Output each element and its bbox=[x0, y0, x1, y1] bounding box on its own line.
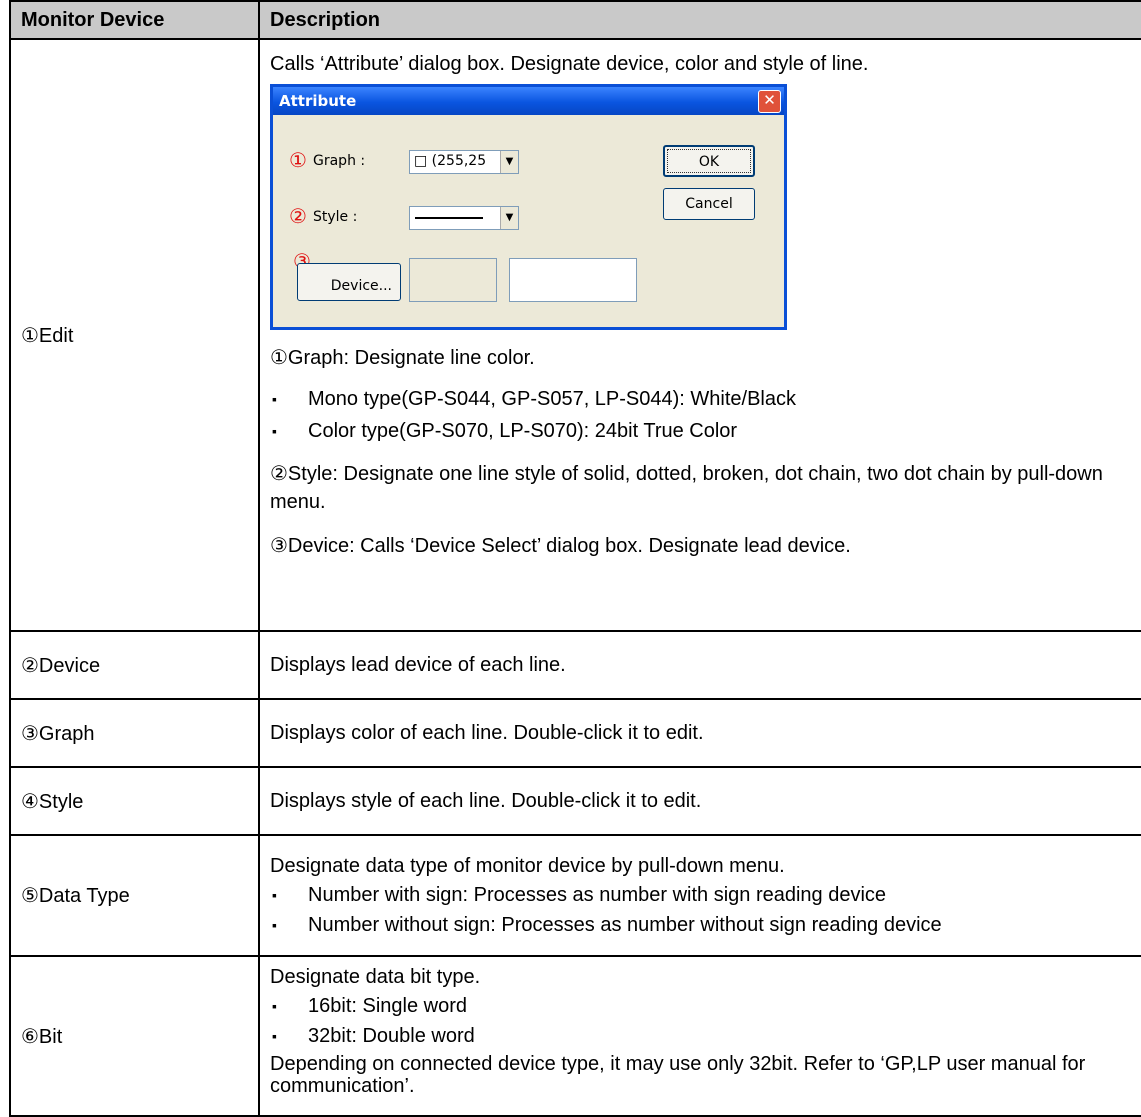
graph-label: Graph : bbox=[313, 153, 366, 169]
row-desc-datatype: Designate data type of monitor device by… bbox=[258, 834, 1141, 957]
device-description: ③Device: Calls ‘Device Select’ dialog bo… bbox=[270, 535, 851, 557]
monitor-device-table: Monitor Device Description ①Edit Calls ‘… bbox=[9, 0, 1141, 1117]
style-select[interactable]: ▼ bbox=[409, 206, 519, 230]
header-monitor-device: Monitor Device bbox=[9, 0, 260, 40]
graph-description: ①Graph: Designate line color. bbox=[270, 347, 535, 369]
table-row-edit: ①Edit Calls ‘Attribute’ dialog box. Desi… bbox=[9, 38, 1141, 632]
list-item: Color type(GP-S070, LP-S070): 24bit True… bbox=[270, 416, 1133, 446]
graph-number-marker: ① bbox=[289, 148, 307, 172]
bit-note: Depending on connected device type, it m… bbox=[270, 1053, 1086, 1097]
list-item: Number without sign: Processes as number… bbox=[270, 910, 1133, 940]
list-item: 32bit: Double word bbox=[270, 1021, 1133, 1051]
device-field[interactable] bbox=[509, 258, 637, 302]
device-field-disabled bbox=[409, 258, 497, 302]
ok-button[interactable]: OK bbox=[663, 145, 755, 177]
table-header-row: Monitor Device Description bbox=[9, 0, 1141, 40]
header-description: Description bbox=[258, 0, 1141, 40]
list-item: 16bit: Single word bbox=[270, 991, 1133, 1021]
table-row-style: ④Style Displays style of each line. Doub… bbox=[9, 766, 1141, 836]
edit-intro: Calls ‘Attribute’ dialog box. Designate … bbox=[270, 53, 869, 75]
row-name-device: ②Device bbox=[9, 630, 260, 700]
row-name-bit: ⑥Bit bbox=[9, 955, 260, 1117]
attribute-dialog: Attribute ✕ ① Graph : □ (255,25 ▼ ② Styl… bbox=[270, 84, 787, 330]
table-row-datatype: ⑤Data Type Designate data type of monito… bbox=[9, 834, 1141, 957]
style-number-marker: ② bbox=[289, 204, 307, 228]
row-name-edit: ①Edit bbox=[9, 38, 260, 632]
graph-select[interactable]: □ (255,25 ▼ bbox=[409, 150, 519, 174]
style-label: Style : bbox=[313, 209, 358, 225]
row-name-style: ④Style bbox=[9, 766, 260, 836]
solid-line-swatch bbox=[415, 217, 483, 219]
row-name-datatype: ⑤Data Type bbox=[9, 834, 260, 957]
row-name-graph: ③Graph bbox=[9, 698, 260, 768]
table-row-device: ②Device Displays lead device of each lin… bbox=[9, 630, 1141, 700]
style-description: ②Style: Designate one line style of soli… bbox=[270, 463, 1103, 513]
chevron-down-icon: ▼ bbox=[500, 207, 518, 229]
row-desc-bit: Designate data bit type. 16bit: Single w… bbox=[258, 955, 1141, 1117]
row-desc-graph: Displays color of each line. Double-clic… bbox=[258, 698, 1141, 768]
device-button[interactable]: Device... bbox=[297, 263, 401, 301]
list-item: Mono type(GP-S044, GP-S057, LP-S044): Wh… bbox=[270, 384, 1133, 414]
list-item: Number with sign: Processes as number wi… bbox=[270, 880, 1133, 910]
cancel-button[interactable]: Cancel bbox=[663, 188, 755, 220]
close-icon[interactable]: ✕ bbox=[758, 90, 781, 113]
dialog-title: Attribute bbox=[273, 87, 784, 115]
row-desc-style: Displays style of each line. Double-clic… bbox=[258, 766, 1141, 836]
chevron-down-icon: ▼ bbox=[500, 151, 518, 173]
row-desc-device: Displays lead device of each line. bbox=[258, 630, 1141, 700]
datatype-description: Designate data type of monitor device by… bbox=[270, 854, 785, 877]
bit-description: Designate data bit type. bbox=[270, 966, 481, 988]
table-row-graph: ③Graph Displays color of each line. Doub… bbox=[9, 698, 1141, 768]
graph-select-value: □ (255,25 bbox=[414, 153, 487, 169]
row-desc-edit: Calls ‘Attribute’ dialog box. Designate … bbox=[258, 38, 1141, 632]
table-row-bit: ⑥Bit Designate data bit type. 16bit: Sin… bbox=[9, 955, 1141, 1117]
